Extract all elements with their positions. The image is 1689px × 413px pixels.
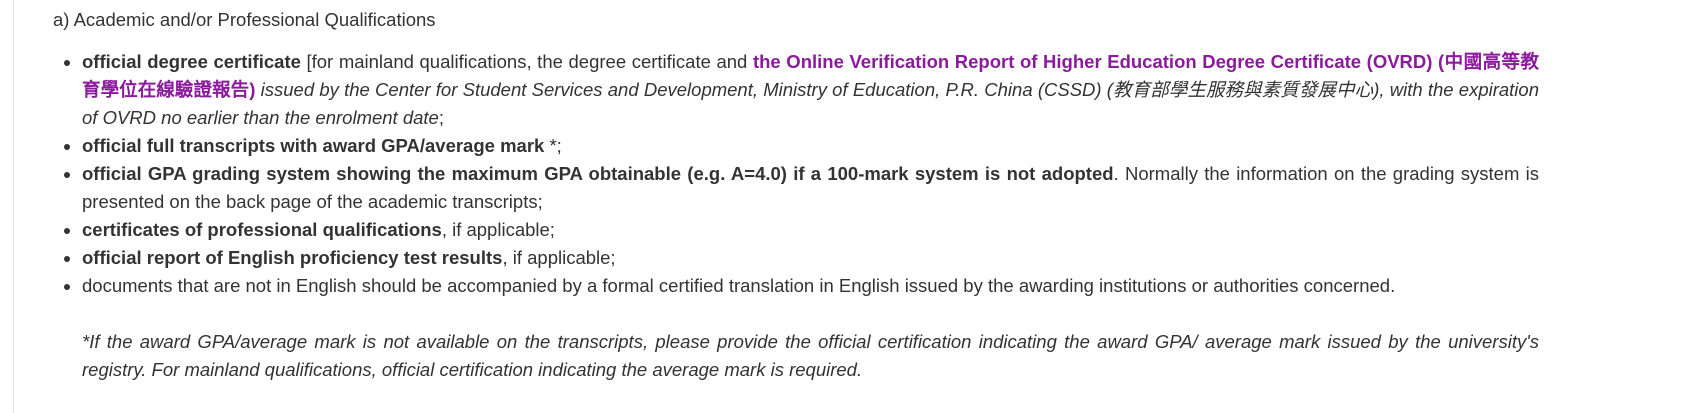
professional-certificates-text: , if applicable; [441, 219, 555, 240]
gpa-grading-label: official GPA grading system showing the … [82, 163, 1114, 184]
qualifications-section: a) Academic and/or Professional Qualific… [53, 6, 1539, 384]
transcripts-label: official full transcripts with award GPA… [82, 135, 545, 156]
degree-certificate-text: [for mainland qualifications, the degree… [300, 51, 753, 72]
english-proficiency-text: , if applicable; [502, 247, 616, 268]
list-item-gpa-grading: official GPA grading system showing the … [64, 160, 1539, 216]
list-item-degree-certificate: official degree certificate [for mainlan… [64, 48, 1539, 132]
english-proficiency-label: official report of English proficiency t… [82, 247, 503, 268]
degree-certificate-label: official degree certificate [82, 51, 301, 72]
left-border-line [13, 0, 14, 413]
transcripts-end: *; [544, 135, 562, 156]
gpa-footnote: *If the award GPA/average mark is not av… [82, 331, 1539, 380]
professional-certificates-label: certificates of professional qualificati… [82, 219, 442, 240]
list-item-transcripts: official full transcripts with award GPA… [64, 132, 1539, 160]
list-item-english-proficiency: official report of English proficiency t… [64, 244, 1539, 272]
degree-certificate-issuer-text: issued by the Center for Student Service… [82, 79, 1539, 128]
list-item-translation: documents that are not in English should… [64, 272, 1539, 300]
degree-certificate-end: ; [438, 107, 444, 128]
translation-text: documents that are not in English should… [82, 275, 1396, 296]
list-item-professional-certificates: certificates of professional qualificati… [64, 216, 1539, 244]
section-heading: a) Academic and/or Professional Qualific… [53, 9, 436, 30]
qualifications-list: official degree certificate [for mainlan… [53, 48, 1539, 300]
